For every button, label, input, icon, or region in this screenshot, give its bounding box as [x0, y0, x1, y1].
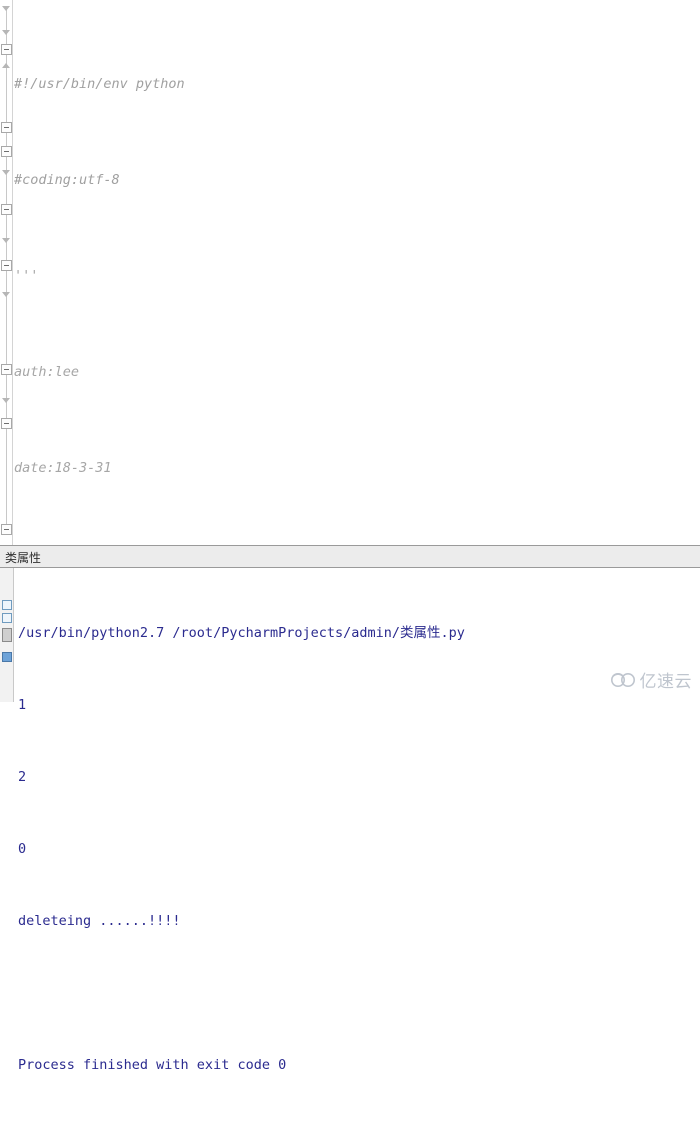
- fold-marker-docstring-open[interactable]: [1, 44, 12, 55]
- fold-marker-init-end[interactable]: [1, 204, 12, 215]
- console-line-0: /usr/bin/python2.7 /root/PycharmProjects…: [18, 621, 465, 645]
- gutter-divider: [12, 0, 13, 545]
- tab-run-label[interactable]: 类属性: [5, 549, 41, 566]
- scroll-to-end-icon[interactable]: [2, 652, 12, 662]
- code-line-4: auth:lee: [14, 360, 700, 384]
- fold-marker-docstring-close[interactable]: [1, 122, 12, 133]
- editor-gutter[interactable]: [0, 0, 12, 545]
- console-line-6: Process finished with exit code 0: [18, 1053, 465, 1077]
- console-output: /usr/bin/python2.7 /root/PycharmProjects…: [18, 573, 465, 1125]
- code-content[interactable]: #!/usr/bin/env python #coding:utf-8 ''' …: [14, 0, 700, 545]
- docstring-open: ''': [14, 268, 38, 284]
- fold-marker-getter[interactable]: [1, 236, 12, 247]
- console-line-1: 1: [18, 693, 465, 717]
- fold-marker-getter-end[interactable]: [1, 260, 12, 271]
- code-line-3: ''': [14, 264, 700, 288]
- run-tool-window-tab-bar[interactable]: 类属性: [0, 545, 700, 568]
- cloud-logo-icon: [610, 671, 636, 689]
- coding-comment: #coding:utf-8: [14, 172, 120, 188]
- code-line-2: #coding:utf-8: [14, 168, 700, 192]
- stop-icon[interactable]: [2, 613, 12, 623]
- fold-marker-class[interactable]: [1, 146, 12, 157]
- console-line-2: 2: [18, 765, 465, 789]
- console-line-4: deleteing ......!!!!: [18, 909, 465, 933]
- print-icon[interactable]: [2, 628, 12, 642]
- console-line-5: [18, 981, 465, 1005]
- code-line-5: date:18-3-31: [14, 456, 700, 480]
- doc-auth: auth:lee: [14, 364, 79, 380]
- console-line-3: 0: [18, 837, 465, 861]
- fold-marker-docstring-body[interactable]: [1, 60, 12, 71]
- console-toolbar[interactable]: [0, 568, 14, 702]
- fold-marker-deleter-end[interactable]: [1, 418, 12, 429]
- watermark: 亿速云: [610, 667, 693, 692]
- fold-marker-init[interactable]: [1, 168, 12, 179]
- fold-marker-end[interactable]: [1, 524, 12, 535]
- shebang-comment: #!/usr/bin/env python: [14, 76, 185, 92]
- fold-marker-line1[interactable]: [1, 4, 12, 15]
- doc-date: date:18-3-31: [14, 460, 112, 476]
- run-console[interactable]: /usr/bin/python2.7 /root/PycharmProjects…: [0, 568, 700, 702]
- fold-marker-line2[interactable]: [1, 28, 12, 39]
- code-editor[interactable]: #!/usr/bin/env python #coding:utf-8 ''' …: [0, 0, 700, 545]
- code-line-1: #!/usr/bin/env python: [14, 72, 700, 96]
- rerun-icon[interactable]: [2, 600, 12, 610]
- fold-marker-setter[interactable]: [1, 290, 12, 301]
- fold-marker-deleter[interactable]: [1, 396, 12, 407]
- watermark-text: 亿速云: [640, 667, 693, 692]
- fold-marker-setter-end[interactable]: [1, 364, 12, 375]
